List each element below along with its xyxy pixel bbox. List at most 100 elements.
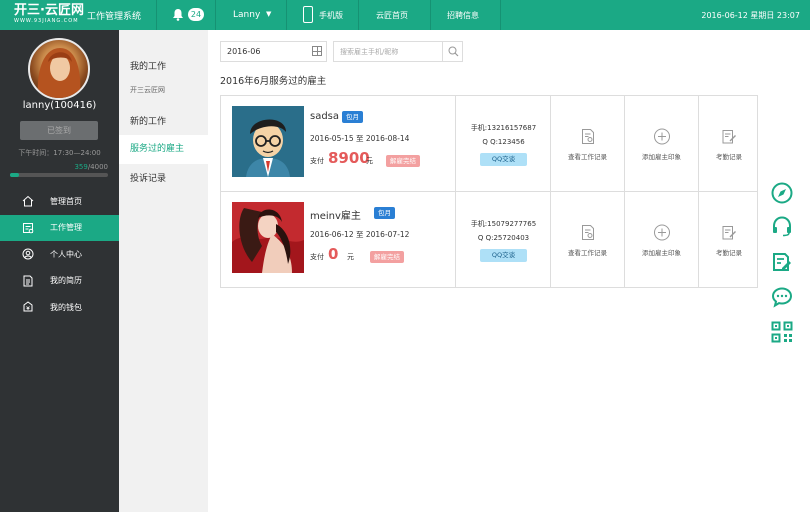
- pay-amount: 0: [328, 245, 339, 263]
- user-menu[interactable]: Lanny: [233, 10, 260, 20]
- progress-bar: [10, 173, 108, 177]
- view-work-records-button[interactable]: 查看工作记录: [550, 96, 624, 191]
- sidebar-item-resume[interactable]: 我的简历: [0, 268, 119, 295]
- view-work-records-button[interactable]: 查看工作记录: [550, 192, 624, 287]
- username: lanny(100416): [22, 100, 97, 111]
- subnav-my-work[interactable]: 我的工作: [119, 59, 208, 72]
- avatar[interactable]: [28, 38, 90, 100]
- compass-icon[interactable]: [771, 182, 793, 204]
- logo-subtext: WWW.93JIANG.COM: [14, 18, 79, 24]
- employer-avatar[interactable]: [232, 202, 304, 273]
- document-search-icon: [581, 225, 594, 240]
- month-picker-value: 2016-06: [227, 47, 261, 56]
- sidebar-item-wallet[interactable]: 我的钱包: [0, 294, 119, 321]
- divider: [358, 0, 359, 30]
- date-range: 2016-05-15 至 2016-08-14: [310, 134, 410, 143]
- qrcode-icon[interactable]: [771, 321, 793, 343]
- sub-navigation: 我的工作 开三云匠网 新的工作 服务过的雇主 投诉记录: [119, 30, 208, 512]
- subnav-served-employers[interactable]: 服务过的雇主: [119, 135, 208, 164]
- nav-home[interactable]: 云匠首页: [376, 10, 408, 21]
- logo[interactable]: 开三·云匠网 WWW.93JIANG.COM: [14, 4, 84, 26]
- employer-avatar[interactable]: [232, 106, 304, 177]
- date-range: 2016-06-12 至 2016-07-12: [310, 230, 410, 239]
- top-bar: 开三·云匠网 WWW.93JIANG.COM 工作管理系统 24 Lanny ▼…: [0, 0, 810, 30]
- system-title: 工作管理系统: [87, 12, 142, 22]
- document-search-icon: [581, 129, 594, 144]
- edit-document-icon: [722, 130, 736, 144]
- search-input[interactable]: [334, 42, 439, 61]
- plus-circle-icon: [653, 224, 670, 241]
- action-label: 查看工作记录: [568, 153, 607, 161]
- release-button[interactable]: 解雇完结: [386, 155, 420, 167]
- employer-name: meinv雇主: [310, 211, 361, 222]
- sidebar: lanny(100416) 已签到 下午时间：17:30—24:00 359/4…: [0, 30, 119, 512]
- pay-unit: 元: [366, 157, 373, 165]
- add-impression-button[interactable]: 添加雇主印象: [624, 192, 698, 287]
- datetime: 2016-06-12 星期日 23:07: [701, 11, 800, 20]
- attendance-button[interactable]: 考勤记录: [698, 192, 759, 287]
- month-picker[interactable]: 2016-06: [220, 41, 327, 62]
- employer-name: sadsa: [310, 111, 340, 122]
- logo-text: 开三·云匠网: [14, 3, 84, 18]
- qq-text: Q Q:123456: [482, 138, 525, 146]
- home-icon: [22, 195, 34, 207]
- calendar-icon[interactable]: [312, 46, 322, 56]
- progress-total: /4000: [87, 163, 108, 171]
- subnav-new-work[interactable]: 新的工作: [119, 114, 208, 127]
- divider: [215, 0, 216, 30]
- mobile-icon[interactable]: [303, 6, 313, 23]
- qq-text: Q Q:25720403: [477, 234, 530, 242]
- sidebar-item-label: 我的钱包: [50, 302, 82, 312]
- action-label: 考勤记录: [716, 249, 742, 257]
- search-button[interactable]: [442, 42, 462, 61]
- phone-text: 手机:15079277765: [470, 220, 537, 228]
- divider: [156, 0, 157, 30]
- pay-label: 支付: [310, 253, 324, 261]
- qq-chat-button[interactable]: QQ交谈: [480, 153, 527, 166]
- phone-text: 手机:13216157687: [470, 124, 537, 132]
- employer-row: meinv雇主 包月 2016-06-12 至 2016-07-12 支付 0 …: [221, 192, 757, 287]
- side-menu: 管理首页 工作管理 个人中心 我的简历 我的钱包: [0, 188, 119, 321]
- wallet-icon: [22, 301, 34, 313]
- divider: [430, 0, 431, 30]
- sidebar-item-label: 我的简历: [50, 276, 82, 286]
- notification-badge: 24: [188, 8, 204, 21]
- search-icon: [448, 46, 459, 57]
- divider: [286, 0, 287, 30]
- sidebar-item-work[interactable]: 工作管理: [0, 214, 119, 241]
- nav-jobs[interactable]: 招聘信息: [447, 10, 479, 21]
- progress-fill: [10, 173, 19, 177]
- caret-down-icon[interactable]: ▼: [266, 10, 271, 18]
- headset-icon[interactable]: [771, 215, 793, 237]
- attendance-button[interactable]: 考勤记录: [698, 96, 759, 191]
- sidebar-item-home[interactable]: 管理首页: [0, 188, 119, 215]
- plus-circle-icon: [653, 128, 670, 145]
- plan-badge: 包月: [374, 207, 395, 219]
- progress-current: 359: [74, 163, 88, 171]
- chat-icon[interactable]: [771, 286, 793, 308]
- resume-icon: [22, 275, 34, 287]
- search-box: [333, 41, 463, 62]
- subnav-site[interactable]: 开三云匠网: [119, 85, 208, 95]
- subnav-complaints[interactable]: 投诉记录: [119, 171, 208, 184]
- nav-mobile[interactable]: 手机版: [319, 10, 343, 21]
- section-title: 2016年6月服务过的雇主: [220, 76, 327, 87]
- pay-label: 支付: [310, 157, 324, 165]
- action-label: 添加雇主印象: [642, 153, 681, 161]
- main-content: 2016-06 2016年6月服务过的雇主: [208, 30, 768, 512]
- pay-amount: 8900: [328, 149, 370, 167]
- bell-icon[interactable]: [172, 8, 184, 21]
- qq-chat-button[interactable]: QQ交谈: [480, 249, 527, 262]
- edit-note-icon[interactable]: [771, 251, 793, 273]
- pay-unit: 元: [347, 253, 354, 261]
- sidebar-item-label: 个人中心: [50, 249, 82, 259]
- employer-row: sadsa 包月 2016-05-15 至 2016-08-14 支付 8900…: [221, 96, 757, 192]
- signin-button[interactable]: 已签到: [20, 121, 98, 140]
- sidebar-item-label: 工作管理: [50, 223, 82, 233]
- release-button[interactable]: 解雇完结: [370, 251, 404, 263]
- sidebar-item-profile[interactable]: 个人中心: [0, 241, 119, 268]
- work-icon: [22, 222, 34, 234]
- add-impression-button[interactable]: 添加雇主印象: [624, 96, 698, 191]
- edit-document-icon: [722, 226, 736, 240]
- action-label: 考勤记录: [716, 153, 742, 161]
